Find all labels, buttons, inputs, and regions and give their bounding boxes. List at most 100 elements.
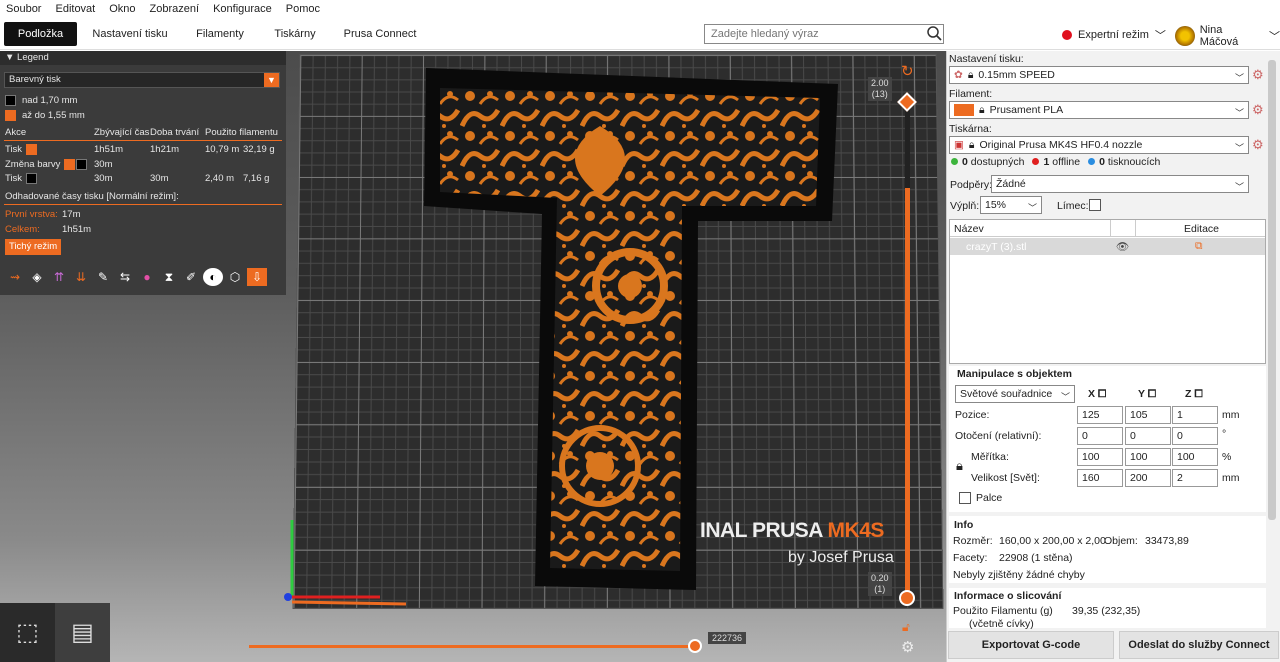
legend-colorchange-icon[interactable]: ● [137, 268, 157, 286]
rotation-y-field[interactable]: 0 [1125, 427, 1171, 445]
move-slider-thumb[interactable] [688, 639, 702, 653]
total-label: Celkem: [5, 224, 40, 235]
rotation-z-field[interactable]: 0 [1172, 427, 1218, 445]
info-section: Info Rozměr: 160,00 x 200,00 x 2,00 Obje… [949, 516, 1266, 583]
view-type-select[interactable]: Barevný tisk ▼ [4, 72, 280, 88]
position-unit: mm [1222, 409, 1240, 421]
layer-slider[interactable] [897, 92, 917, 606]
position-y-field[interactable]: 105 [1125, 406, 1171, 424]
menu-help[interactable]: Pomoc [286, 3, 320, 15]
menu-configuration[interactable]: Konfigurace [213, 3, 272, 15]
search-icon[interactable] [926, 25, 943, 42]
legend-pause-icon[interactable]: ⧗ [159, 268, 179, 286]
legend-seam-icon[interactable]: ✎ [93, 268, 113, 286]
size-label: Velikost [Svět]: [971, 472, 1040, 484]
3d-view-cube-icon[interactable]: ⬚ [0, 603, 55, 662]
sidebar-scrollbar[interactable] [1268, 60, 1276, 520]
position-z-field[interactable]: 1 [1172, 406, 1218, 424]
quiet-mode-button[interactable]: Tichý režim [5, 239, 62, 255]
scale-x-field[interactable]: 100 [1077, 448, 1123, 466]
tab-printers[interactable]: Tiskárny [266, 22, 324, 46]
first-layer-value: 17m [62, 209, 81, 220]
undo-arrow-icon[interactable]: ↻ [901, 62, 914, 80]
filament-used-sub: (včetně cívky) [969, 618, 1034, 630]
list-item[interactable]: crazyT (3).stl 👁︎ ⧉ [950, 238, 1265, 255]
user-account[interactable]: Nina Máčová ﹀ [1175, 24, 1280, 48]
legend-custom-gcode-icon[interactable]: ✐ [181, 268, 201, 286]
layer-bottom-label: 0.20 (1) [868, 572, 892, 596]
legend-toolchange-icon[interactable]: ⇆ [115, 268, 135, 286]
settings-gear-icon[interactable]: ⚙ [1252, 137, 1264, 153]
range-label: až do 1,55 mm [22, 109, 85, 121]
send-to-connect-button[interactable]: Odeslat do služby Connect [1119, 631, 1279, 659]
settings-gear-icon[interactable]: ⚙ [1252, 67, 1264, 83]
chevron-down-icon: ﹀ [1234, 108, 1244, 118]
legend-center-of-gravity-icon[interactable]: ◐ [203, 268, 223, 286]
brim-label: Límec: [1057, 200, 1089, 212]
menu-window[interactable]: Okno [109, 3, 135, 15]
size-z-field[interactable]: 2 [1172, 469, 1218, 487]
legend-deretract-icon[interactable]: ⇊ [71, 268, 91, 286]
tab-plater[interactable]: Podložka [4, 22, 77, 46]
size-x-field[interactable]: 160 [1077, 469, 1123, 487]
row-weight: 32,19 g [243, 144, 275, 155]
preview-layers-icon[interactable]: ▤ [55, 603, 110, 662]
layer-slider-track [905, 108, 910, 188]
settings-cog-icon[interactable]: ⚙ [901, 638, 914, 656]
errors-status: Nebyly zjištěny žádné chyby [953, 569, 1085, 581]
row-weight: 7,16 g [243, 173, 270, 184]
edit-icon[interactable]: ⧉ [1195, 240, 1203, 253]
slice-info: Informace o slicování Použito Filamentu … [949, 588, 1266, 630]
menu-file[interactable]: Soubor [6, 3, 41, 15]
axis-y-label: Y ⧠ [1138, 388, 1157, 400]
position-x-field[interactable]: 125 [1077, 406, 1123, 424]
lock-icon[interactable]: 🔓︎ [902, 620, 910, 635]
move-slider[interactable] [249, 639, 702, 653]
layer-slider-bottom-thumb[interactable] [899, 590, 915, 606]
menu-bar: Soubor Editovat Okno Zobrazení Konfigura… [0, 0, 1280, 18]
legend-travel-icon[interactable]: ⇝ [5, 268, 25, 286]
layer-top-label: 2.00 (13) [868, 77, 892, 101]
brim-checkbox[interactable] [1089, 199, 1101, 211]
object-name: crazyT (3).stl [966, 241, 1027, 253]
inches-checkbox[interactable] [959, 492, 971, 504]
slice-title: Informace o slicování [954, 590, 1062, 602]
swatch-black [26, 172, 38, 184]
lock-icon[interactable]: 🔒︎ [956, 458, 963, 474]
size-y-field[interactable]: 200 [1125, 469, 1171, 487]
size-unit: mm [1222, 472, 1240, 484]
search-input[interactable] [704, 24, 944, 44]
chevron-down-icon: ﹀ [1027, 203, 1037, 213]
scale-z-field[interactable]: 100 [1172, 448, 1218, 466]
legend-retract-icon[interactable]: ⇈ [49, 268, 69, 286]
tab-print-settings[interactable]: Nastavení tisku [88, 22, 172, 46]
filament-used-value: 39,35 (232,35) [1072, 605, 1141, 617]
t-object[interactable] [420, 66, 840, 591]
scale-label: Měřítka: [971, 451, 1009, 463]
export-gcode-button[interactable]: Exportovat G-code [948, 631, 1114, 659]
infill-select[interactable]: 15% ﹀ [980, 196, 1042, 214]
chevron-down-icon[interactable]: ▼ [264, 73, 279, 87]
printer-select[interactable]: ▣ 🔒︎ Original Prusa MK4S HF0.4 nozzle ﹀ [949, 136, 1249, 154]
print-settings-select[interactable]: ✿ 🔒︎ 0.15mm SPEED ﹀ [949, 66, 1249, 84]
filament-select[interactable]: 🔒︎ Prusament PLA ﹀ [949, 101, 1249, 119]
scale-y-field[interactable]: 100 [1125, 448, 1171, 466]
supports-select[interactable]: Žádné ﹀ [991, 175, 1249, 193]
mode-selector[interactable]: Expertní režim ﹀ [1062, 27, 1166, 43]
bed-brand-label: INAL PRUSA MK4S [700, 519, 884, 542]
legend-wipe-icon[interactable]: ◈ [27, 268, 47, 286]
dim-value: 160,00 x 200,00 x 2,00 [999, 535, 1106, 547]
eye-icon[interactable]: 👁︎ [1116, 240, 1129, 253]
tab-filaments[interactable]: Filamenty [188, 22, 252, 46]
tab-prusa-connect[interactable]: Prusa Connect [340, 22, 420, 46]
menu-edit[interactable]: Editovat [55, 3, 95, 15]
legend-shells-icon[interactable]: ⬡ [225, 268, 245, 286]
rotation-label: Otočení (relativní): [955, 430, 1042, 442]
legend-tool-marker-icon[interactable]: ⇩ [247, 268, 267, 286]
legend-header[interactable]: ▼ Legend [0, 51, 286, 65]
menu-view[interactable]: Zobrazení [150, 3, 200, 15]
chevron-down-icon: ﹀ [1234, 143, 1244, 153]
rotation-x-field[interactable]: 0 [1077, 427, 1123, 445]
settings-gear-icon[interactable]: ⚙ [1252, 102, 1264, 118]
coord-system-select[interactable]: Světové souřadnice ﹀ [955, 385, 1075, 403]
